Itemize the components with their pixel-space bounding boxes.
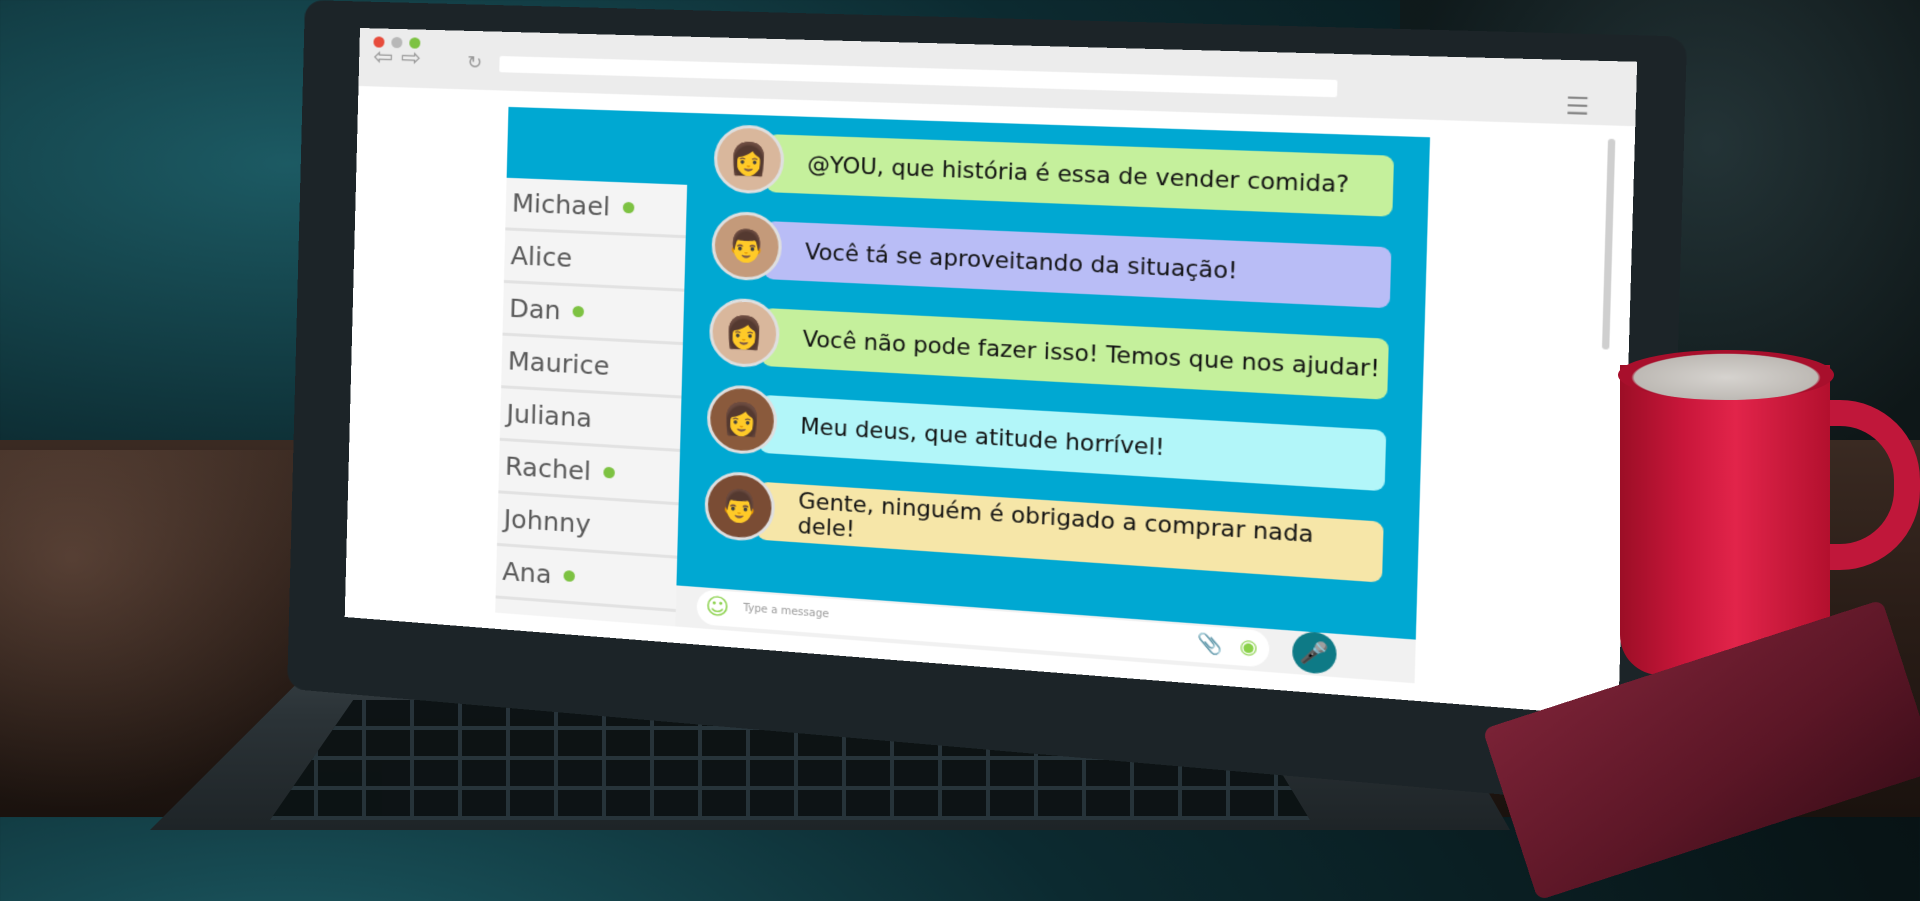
chat-message: Você não pode fazer isso! Temos que nos … (708, 297, 1389, 400)
contact-name: Juliana (506, 398, 593, 434)
chat-message: Meu deus, que atitude horrível! 👩 (706, 383, 1387, 492)
contact-name: Dan (508, 293, 562, 326)
message-bubble: Meu deus, que atitude horrível! (759, 394, 1387, 492)
camera-icon[interactable]: ◉ (1239, 635, 1258, 659)
laptop-screen: ⇦ ⇨ ↻ ☰ Michael Alice Dan Maurice Julian… (344, 28, 1638, 717)
smile-icon[interactable]: ☺ (705, 594, 730, 623)
arrow-right-icon[interactable]: ⇨ (401, 43, 422, 72)
mug-rim (1618, 350, 1834, 400)
page-scrollbar[interactable] (1601, 138, 1616, 350)
reload-icon[interactable]: ↻ (467, 51, 483, 76)
message-text: Gente, ninguém é obrigado a comprar nada… (797, 488, 1314, 548)
chat-message: Gente, ninguém é obrigado a comprar nada… (703, 470, 1384, 583)
contact-item[interactable]: Michael (505, 177, 688, 239)
contact-name: Alice (510, 240, 573, 274)
message-bubble: Você não pode fazer isso! Temos que nos … (761, 307, 1389, 400)
message-text: Você não pode fazer isso! Temos que nos … (802, 326, 1381, 382)
online-indicator (563, 570, 576, 583)
contact-name: Ana (501, 556, 552, 590)
online-indicator (622, 201, 635, 214)
contact-item[interactable]: Alice (503, 230, 686, 292)
message-bubble: Gente, ninguém é obrigado a comprar nada… (756, 481, 1384, 583)
chat-message: Você tá se aproveitando da situação! 👨 (710, 210, 1392, 309)
hamburger-menu-icon[interactable]: ☰ (1565, 93, 1590, 121)
contact-item[interactable]: Ana (495, 545, 678, 613)
chat-app: Michael Alice Dan Maurice Juliana Rachel (495, 106, 1431, 684)
paperclip-icon[interactable]: 📎 (1197, 632, 1223, 656)
online-indicator (603, 466, 616, 479)
contact-list: Michael Alice Dan Maurice Juliana Rachel (495, 177, 688, 627)
contact-name: Rachel (504, 451, 592, 487)
chat-messages: @YOU, que história é essa de vender comi… (676, 112, 1431, 640)
message-bubble: Você tá se aproveitando da situação! (763, 221, 1392, 309)
message-text: @YOU, que história é essa de vender comi… (807, 152, 1350, 198)
address-bar[interactable] (499, 55, 1338, 98)
message-placeholder: Type a message (743, 602, 830, 621)
contact-name: Michael (511, 188, 611, 222)
microphone-icon[interactable]: 🎤 (1291, 630, 1338, 676)
message-bubble: @YOU, que história é essa de vender comi… (766, 134, 1395, 217)
arrow-left-icon[interactable]: ⇦ (373, 42, 394, 71)
contact-name: Maurice (507, 346, 610, 382)
contact-name: Johnny (503, 503, 592, 540)
contact-item[interactable]: Dan (502, 283, 685, 346)
message-text: Meu deus, que atitude horrível! (800, 413, 1166, 461)
online-indicator (572, 305, 585, 318)
message-text: Você tá se aproveitando da situação! (804, 239, 1238, 284)
chat-message: @YOU, que história é essa de vender comi… (713, 124, 1395, 217)
